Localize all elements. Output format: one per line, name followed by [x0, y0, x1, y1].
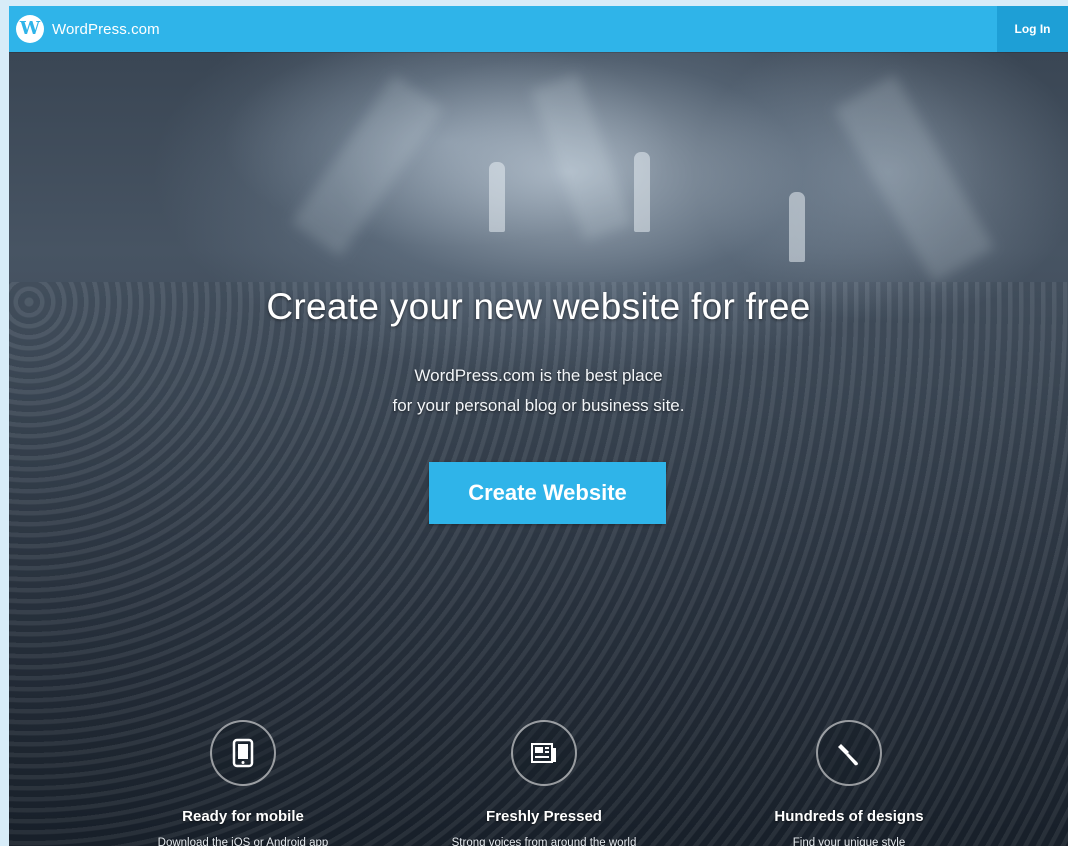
stage-light	[530, 73, 633, 241]
feature-hundreds-of-designs: Hundreds of designs Find your unique sty…	[719, 720, 979, 846]
hero-headline: Create your new website for free	[266, 286, 811, 327]
wordpress-logo-icon: W	[16, 15, 44, 43]
stage-light	[291, 74, 444, 257]
hero-section: Create your new website for free WordPre…	[9, 52, 1068, 846]
page-frame: W WordPress.com Log In Create your new w…	[9, 6, 1068, 846]
feature-title: Ready for mobile	[182, 808, 304, 825]
feature-title: Freshly Pressed	[486, 808, 602, 825]
wordpress-home-link[interactable]: W WordPress.com	[16, 6, 160, 52]
masterbar: W WordPress.com Log In	[9, 6, 1068, 52]
hero-subhead-line-1: WordPress.com is the best place	[414, 366, 663, 385]
stage-performer	[789, 192, 805, 262]
stage-light	[833, 74, 995, 283]
paintbrush-icon	[816, 720, 882, 786]
feature-title: Hundreds of designs	[774, 808, 924, 825]
freshly-pressed-icon	[511, 720, 577, 786]
feature-ready-for-mobile: Ready for mobile Download the iOS or And…	[113, 720, 373, 846]
stage-performer	[634, 152, 650, 232]
feature-description: Strong voices from around the world	[451, 837, 637, 846]
hero-subhead: WordPress.com is the best place for your…	[9, 361, 1068, 421]
feature-description: Find your unique style	[792, 837, 906, 846]
hero-subhead-line-2: for your personal blog or business site.	[392, 396, 685, 415]
create-website-button[interactable]: Create Website	[429, 462, 666, 524]
feature-freshly-pressed: Freshly Pressed Strong voices from aroun…	[414, 720, 674, 846]
stage-performer	[489, 162, 505, 232]
login-button[interactable]: Log In	[997, 6, 1068, 52]
mobile-device-icon	[210, 720, 276, 786]
brand-name: WordPress.com	[52, 20, 160, 38]
feature-description: Download the iOS or Android app	[157, 837, 329, 846]
